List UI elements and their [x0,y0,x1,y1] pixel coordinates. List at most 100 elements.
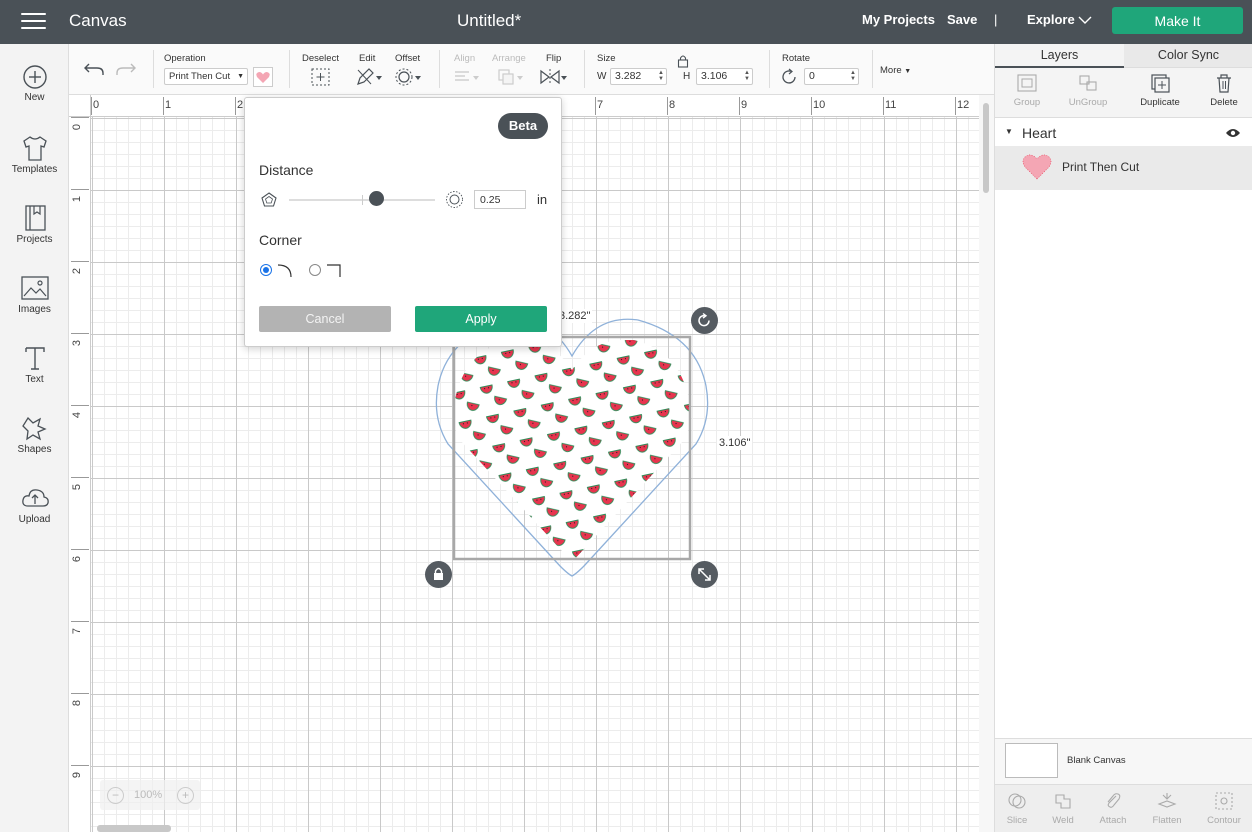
text-icon [24,347,45,370]
tab-layers[interactable]: Layers [995,44,1124,68]
stepper-icon[interactable]: ▲ ▼ [658,70,664,82]
cancel-button[interactable]: Cancel [259,306,391,332]
sidebar-item-images[interactable]: Images [0,270,69,332]
lock-icon[interactable] [677,54,689,68]
upload-icon [21,489,49,507]
rounded-corner-radio[interactable] [260,264,272,276]
tool-label: UnGroup [1068,97,1108,108]
distance-input[interactable] [474,190,526,209]
ruler-top-number: 7 [597,99,604,111]
slice-button[interactable]: Slice [992,785,1042,832]
group-button[interactable]: Group [995,68,1059,118]
menu-icon[interactable] [21,13,46,31]
rotate-icon [782,68,796,84]
operation-label: Operation [164,53,206,64]
beta-badge: Beta [498,113,548,139]
edit-icon[interactable] [355,67,383,87]
flip-icon[interactable] [539,67,569,87]
image-icon [20,276,49,300]
duplicate-button[interactable]: Duplicate [1128,68,1192,118]
ruler-top-number: 10 [813,99,826,111]
rotate-icon [698,312,710,327]
sidebar-item-projects[interactable]: Projects [0,200,69,262]
vertical-scrollbar[interactable] [979,95,994,832]
color-swatch-heart-icon[interactable] [253,67,273,87]
caret-down-icon[interactable]: ▼ [1005,127,1013,136]
sidebar-item-upload[interactable]: Upload [0,480,69,542]
redo-icon[interactable] [115,61,137,77]
zoom-out-button[interactable]: − [107,787,124,804]
explore-link[interactable]: Explore [1027,12,1075,27]
sidebar-item-templates[interactable]: Templates [0,130,69,192]
my-projects-link[interactable]: My Projects [862,12,935,27]
sidebar-item-new[interactable]: New [0,60,69,122]
scrollbar-thumb[interactable] [983,103,989,193]
operation-select[interactable]: Print Then Cut ▼ [164,68,248,85]
edit-toolbar: Operation Print Then Cut ▼ Deselect Edit … [69,44,994,95]
pentagon-large-icon [446,191,463,208]
ruler-tick [883,97,884,115]
flatten-button[interactable]: Flatten [1142,785,1192,832]
weld-button[interactable]: Weld [1038,785,1088,832]
attach-button[interactable]: Attach [1088,785,1138,832]
delete-button[interactable]: Delete [1192,68,1252,118]
rotate-field[interactable]: 0 ▲ ▼ [804,68,859,85]
tab-color-sync[interactable]: Color Sync [1124,44,1252,68]
ruler-tick [91,97,92,115]
layer-group-heart[interactable]: ▼ Heart [995,124,1252,144]
align-icon [455,71,479,81]
heart-thumbnail-icon [1022,154,1052,180]
group-name: Heart [1022,125,1057,141]
arrange-icon [498,69,523,85]
make-it-button[interactable]: Make It [1112,7,1243,34]
rotate-handle[interactable] [691,307,718,334]
zoom-level: 100% [134,789,163,801]
ungroup-button[interactable]: UnGroup [1056,68,1120,118]
save-link[interactable]: Save [947,12,977,27]
ruler-left-number: 1 [71,195,84,203]
resize-handle[interactable] [691,561,718,588]
distance-slider-thumb[interactable] [369,191,385,206]
ruler-left-number: 3 [71,339,84,347]
ruler-top-number: 8 [669,99,676,111]
sidebar-item-shapes[interactable]: Shapes [0,410,69,472]
width-field[interactable]: 3.282 ▲ ▼ [610,68,667,85]
square-corner-radio[interactable] [309,264,321,276]
ruler-tick [71,477,89,478]
toolbar-divider [439,50,440,88]
plus-circle-icon [22,65,47,89]
tool-label: Attach [1099,815,1127,826]
offset-icon[interactable] [394,67,422,87]
undo-icon[interactable] [83,61,105,77]
horizontal-scrollbar-thumb[interactable] [97,825,171,832]
layer-name: Print Then Cut [1062,160,1140,174]
ruler-tick [71,189,89,190]
blank-canvas-label: Blank Canvas [1067,755,1126,766]
contour-button[interactable]: Contour [1199,785,1249,832]
tool-label: Group [1013,97,1041,108]
blank-canvas-swatch[interactable] [1005,743,1058,778]
caret-down-icon: ▼ [237,73,244,80]
duplicate-icon [1151,74,1170,93]
apply-button[interactable]: Apply [415,306,547,332]
blank-canvas-row[interactable]: Blank Canvas [995,738,1252,784]
document-title[interactable]: Untitled* [457,11,577,31]
zoom-in-button[interactable]: + [177,787,194,804]
square-corner-icon [327,264,341,277]
stepper-icon[interactable]: ▲ ▼ [744,70,750,82]
eye-icon[interactable] [1225,127,1241,139]
ruler-tick [71,405,89,406]
sidebar-item-text[interactable]: Text [0,340,69,402]
layer-row[interactable]: Print Then Cut [995,146,1252,190]
height-field[interactable]: 3.106 ▲ ▼ [696,68,753,85]
lock-handle[interactable] [425,561,452,588]
height-dimension-label: 3.106" [717,436,753,450]
deselect-icon[interactable] [311,68,331,86]
ruler-tick [71,549,89,550]
app-title: Canvas [69,11,127,30]
ruler-tick [235,97,236,115]
zoom-control: − 100% + [100,780,200,810]
chevron-down-icon[interactable] [1078,15,1092,25]
stepper-icon[interactable]: ▲ ▼ [850,70,856,82]
more-menu[interactable]: More ▼ [880,65,911,76]
